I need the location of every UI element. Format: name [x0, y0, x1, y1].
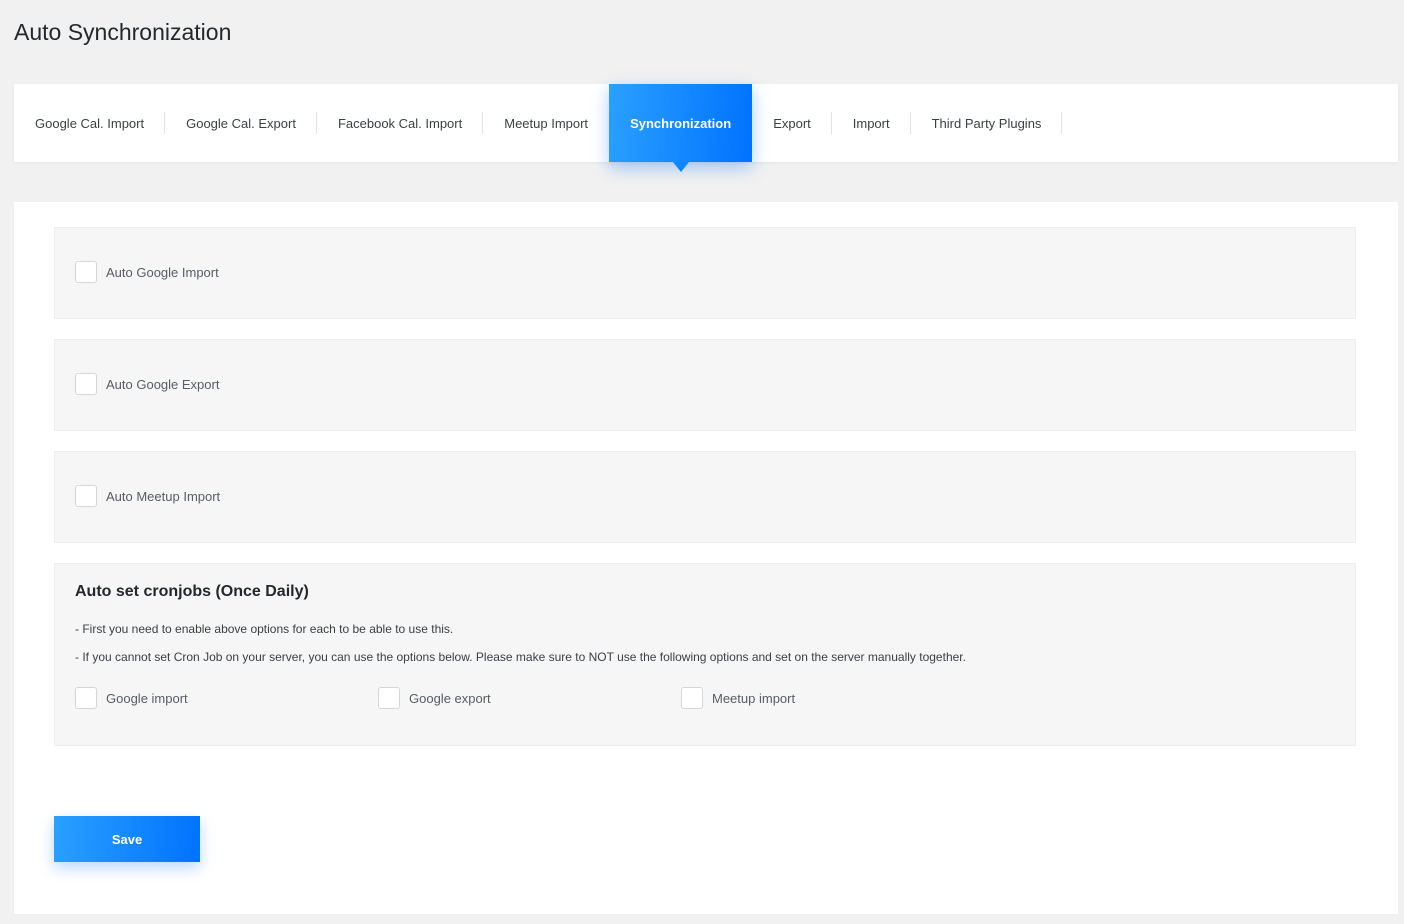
tab-label: Facebook Cal. Import	[337, 115, 463, 131]
tab-google-cal-import[interactable]: Google Cal. Import	[14, 84, 166, 162]
tab-google-cal-export[interactable]: Google Cal. Export	[165, 84, 317, 162]
tab-label: Import	[852, 115, 890, 131]
tab-bar: Google Cal. Import Google Cal. Export Fa…	[14, 84, 1398, 172]
auto-google-import-label: Auto Google Import	[106, 264, 219, 280]
auto-google-export-label: Auto Google Export	[106, 376, 220, 392]
auto-meetup-import-section: Auto Meetup Import	[54, 451, 1356, 543]
auto-meetup-import-label: Auto Meetup Import	[106, 488, 221, 504]
tab-label: Google Cal. Import	[35, 115, 145, 131]
save-button[interactable]: Save	[54, 816, 200, 862]
auto-google-export-checkbox[interactable]	[75, 373, 97, 395]
tab-synchronization[interactable]: Synchronization	[609, 84, 753, 172]
tab-export[interactable]: Export	[752, 84, 832, 162]
auto-google-export-option[interactable]: Auto Google Export	[75, 373, 219, 395]
settings-panel: Auto Google Import Auto Google Export Au…	[14, 202, 1398, 914]
tab-third-party-plugins[interactable]: Third Party Plugins	[911, 84, 1063, 162]
tab-label: Third Party Plugins	[931, 115, 1042, 131]
tab-label: Synchronization	[630, 115, 732, 131]
auto-google-import-section: Auto Google Import	[54, 227, 1356, 319]
auto-google-import-checkbox[interactable]	[75, 261, 97, 283]
tab-import[interactable]: Import	[832, 84, 911, 162]
auto-google-import-option[interactable]: Auto Google Import	[75, 261, 219, 283]
tab-meetup-import[interactable]: Meetup Import	[483, 84, 609, 162]
cronjobs-note-1: - First you need to enable above options…	[75, 622, 454, 636]
cron-google-export-option[interactable]: Google export	[378, 687, 491, 709]
page-title: Auto Synchronization	[14, 19, 232, 45]
cronjobs-title: Auto set cronjobs (Once Daily)	[75, 583, 309, 600]
cron-google-import-checkbox[interactable]	[75, 687, 97, 709]
cron-google-import-option[interactable]: Google import	[75, 687, 188, 709]
tab-list: Google Cal. Import Google Cal. Export Fa…	[14, 84, 1398, 172]
active-tab-pointer	[672, 162, 689, 172]
cron-meetup-import-checkbox[interactable]	[681, 687, 703, 709]
tab-facebook-cal-import[interactable]: Facebook Cal. Import	[317, 84, 484, 162]
cronjobs-section: Auto set cronjobs (Once Daily) - First y…	[54, 563, 1356, 746]
cron-meetup-import-option[interactable]: Meetup import	[681, 687, 795, 709]
tab-label: Google Cal. Export	[186, 115, 296, 131]
cron-meetup-import-label: Meetup import	[712, 690, 796, 706]
cron-google-import-label: Google import	[106, 690, 188, 706]
tab-label: Meetup Import	[504, 115, 589, 131]
cron-google-export-checkbox[interactable]	[378, 687, 400, 709]
auto-meetup-import-checkbox[interactable]	[75, 485, 97, 507]
auto-google-export-section: Auto Google Export	[54, 339, 1356, 431]
cron-google-export-label: Google export	[409, 690, 491, 706]
auto-meetup-import-option[interactable]: Auto Meetup Import	[75, 485, 220, 507]
tab-label: Export	[773, 115, 811, 131]
cronjobs-note-2: - If you cannot set Cron Job on your ser…	[75, 650, 966, 664]
